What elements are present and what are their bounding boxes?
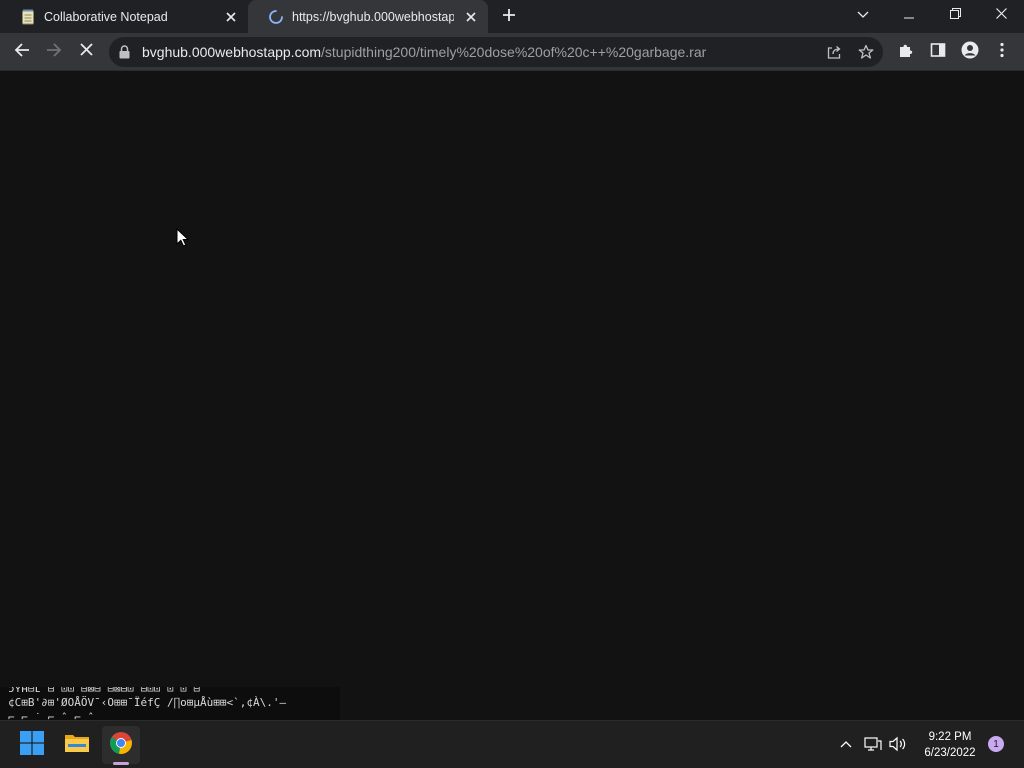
tab-search-button[interactable]: [840, 0, 886, 30]
url-path: /stupidthing200/timely%20dose%20of%20c++…: [321, 44, 707, 60]
chevron-down-icon: [857, 6, 869, 24]
close-tab-icon[interactable]: [220, 6, 242, 28]
notification-badge[interactable]: 1: [988, 736, 1004, 752]
forward-arrow-icon: [46, 42, 62, 63]
tab-collaborative-notepad[interactable]: Collaborative Notepad: [0, 0, 248, 33]
address-bar[interactable]: bvghub.000webhostapp.com/stupidthing200/…: [109, 37, 883, 67]
close-tab-icon[interactable]: [460, 6, 482, 28]
folder-icon: [64, 732, 90, 759]
chevron-up-icon: [840, 735, 852, 753]
extensions-button[interactable]: [893, 39, 919, 65]
volume-icon[interactable]: [887, 733, 909, 755]
browser-toolbar: bvghub.000webhostapp.com/stupidthing200/…: [0, 33, 1024, 70]
tab-title: Collaborative Notepad: [44, 9, 168, 24]
puzzle-icon: [898, 42, 914, 63]
url-text[interactable]: bvghub.000webhostapp.com/stupidthing200/…: [142, 44, 706, 60]
side-panel-button[interactable]: [925, 39, 951, 65]
new-tab-button[interactable]: [497, 5, 521, 29]
tab-strip: Collaborative Notepad https://bvghub.000…: [0, 0, 1024, 33]
mouse-cursor-icon: [176, 227, 190, 252]
side-panel-icon: [930, 42, 946, 63]
restore-icon: [949, 6, 961, 24]
profile-icon: [961, 41, 979, 64]
page-content: ɔʏʜ⊟ʟ ⊟ ⊡⊡ ⊟⊠⊟ ⊟⊠⊟⊡ ⊟⊡⊡ ⊡ ⊡ ⊟ ¢C⊞B'∂⊞'ØO…: [0, 71, 1024, 720]
kebab-menu-icon: [1000, 42, 1004, 63]
lock-icon[interactable]: [119, 45, 133, 59]
url-host: bvghub.000webhostapp.com: [142, 44, 322, 60]
share-icon[interactable]: [821, 39, 847, 65]
back-arrow-icon: [14, 42, 30, 63]
clock-date: 6/23/2022: [924, 747, 976, 759]
chrome-icon: [109, 731, 133, 760]
tab-title: https://bvghub.000webhostapp.c: [292, 9, 454, 24]
garbage-line: ɔʏʜ⊟ʟ ⊟ ⊡⊡ ⊟⊠⊟ ⊟⊠⊟⊡ ⊟⊡⊡ ⊡ ⊡ ⊟: [8, 687, 201, 695]
minimize-icon: [904, 6, 914, 24]
forward-button[interactable]: [41, 39, 67, 65]
plus-icon: [502, 8, 516, 27]
chrome-button[interactable]: [102, 726, 140, 764]
loading-spinner-icon: [268, 9, 284, 25]
garbage-line: ⌐ ⌐ ˙ ⌐ ˆ ⌐ ˆ: [8, 711, 95, 720]
clock[interactable]: 9:22 PM 6/23/2022: [918, 729, 982, 761]
tab-bvghub[interactable]: https://bvghub.000webhostapp.c: [248, 0, 488, 33]
notepad-icon: [20, 9, 36, 25]
minimize-button[interactable]: [886, 0, 932, 30]
show-hidden-icons-button[interactable]: [835, 733, 857, 755]
windows-logo-icon: [20, 730, 44, 760]
profile-button[interactable]: [957, 39, 983, 65]
menu-button[interactable]: [989, 39, 1015, 65]
clock-time: 9:22 PM: [928, 731, 972, 743]
garbage-line: ¢C⊞B'∂⊞'ØOÅÖV¯‹O⊞⊞¯ÏéfÇ /∏o⊞µÅù⊞⊞<`,¢À\.…: [8, 696, 287, 709]
file-explorer-button[interactable]: [58, 726, 96, 764]
taskbar: 9:22 PM 6/23/2022: [0, 720, 1024, 768]
back-button[interactable]: [9, 39, 35, 65]
start-button[interactable]: [13, 726, 51, 764]
stop-loading-button[interactable]: [73, 39, 99, 65]
close-window-button[interactable]: [978, 0, 1024, 30]
close-icon: [79, 43, 93, 61]
close-icon: [995, 6, 1007, 24]
binary-garbage-text: ɔʏʜ⊟ʟ ⊟ ⊡⊡ ⊟⊠⊟ ⊟⊠⊟⊡ ⊟⊡⊡ ⊡ ⊡ ⊟ ¢C⊞B'∂⊞'ØO…: [0, 687, 340, 720]
restore-button[interactable]: [932, 0, 978, 30]
bookmark-star-icon[interactable]: [853, 39, 879, 65]
running-indicator: [113, 762, 129, 765]
network-icon[interactable]: [862, 733, 884, 755]
